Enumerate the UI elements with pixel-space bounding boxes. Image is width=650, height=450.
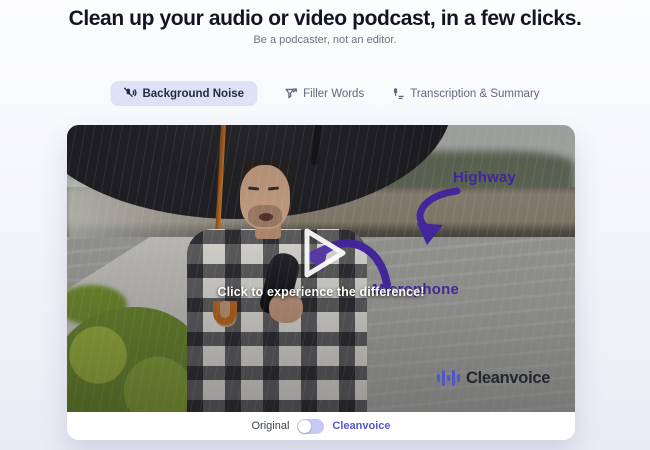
cleanvoice-logo: Cleanvoice	[437, 368, 550, 388]
video-player[interactable]: Highway Microphone Click to experience t…	[67, 125, 575, 412]
tab-filler-words[interactable]: Filler Words	[284, 87, 364, 100]
filter-icon	[284, 87, 297, 100]
logo-text: Cleanvoice	[466, 369, 550, 388]
toggle-bar: Original Cleanvoice	[67, 412, 575, 440]
page-title: Clean up your audio or video podcast, in…	[0, 7, 650, 31]
noise-off-icon	[123, 87, 136, 100]
toggle-knob[interactable]	[298, 420, 311, 433]
original-label: Original	[252, 420, 290, 432]
page-background: { "header": { "title": "Clean up your au…	[0, 0, 650, 450]
tab-label: Filler Words	[303, 88, 364, 100]
annotation-highway-label: Highway	[453, 169, 516, 186]
tab-background-noise[interactable]: Background Noise	[110, 81, 257, 106]
play-icon[interactable]	[299, 225, 351, 281]
toggle-switch[interactable]	[297, 419, 324, 434]
page-subtitle: Be a podcaster, not an editor.	[0, 34, 650, 46]
video-card: Highway Microphone Click to experience t…	[67, 125, 575, 440]
tab-bar: Background Noise Filler Words Transcript…	[110, 81, 539, 106]
transcript-mic-icon	[391, 87, 404, 100]
tab-label: Transcription & Summary	[410, 88, 539, 100]
cleanvoice-label: Cleanvoice	[332, 420, 390, 432]
video-overlay-text: Click to experience the difference!	[67, 285, 575, 299]
tab-label: Background Noise	[142, 88, 244, 100]
tab-transcription-summary[interactable]: Transcription & Summary	[391, 87, 539, 100]
logo-waveform-icon	[437, 368, 461, 388]
